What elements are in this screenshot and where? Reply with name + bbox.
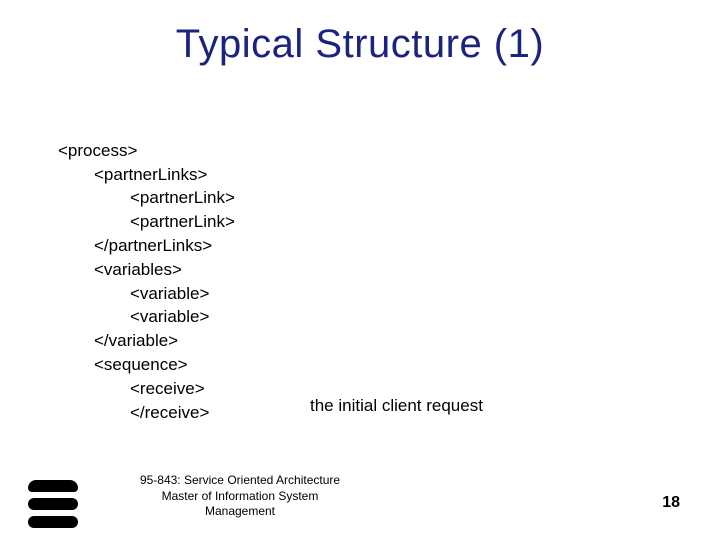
code-line: <variable> [58, 282, 209, 306]
code-line: <receive> [58, 377, 205, 401]
footer-line: Master of Information System [162, 489, 319, 503]
logo-icon [28, 480, 78, 522]
code-line: <partnerLink> [58, 186, 235, 210]
code-line: <partnerLinks> [58, 163, 207, 187]
code-line: </partnerLinks> [58, 234, 212, 258]
code-line: </receive> [58, 401, 209, 425]
code-line: <variables> [58, 258, 182, 282]
annotation-text: the initial client request [310, 396, 483, 416]
code-block: <process> <partnerLinks> <partnerLink> <… [58, 115, 235, 424]
slide-title: Typical Structure (1) [0, 22, 720, 67]
footer-line: Management [205, 504, 275, 518]
page-number: 18 [662, 494, 680, 512]
code-line: <sequence> [58, 353, 188, 377]
footer-text: 95-843: Service Oriented Architecture Ma… [100, 473, 380, 520]
code-line: <process> [58, 141, 137, 160]
code-line: <variable> [58, 305, 209, 329]
footer-line: 95-843: Service Oriented Architecture [140, 473, 340, 487]
code-line: </variable> [58, 329, 178, 353]
code-line: <partnerLink> [58, 210, 235, 234]
